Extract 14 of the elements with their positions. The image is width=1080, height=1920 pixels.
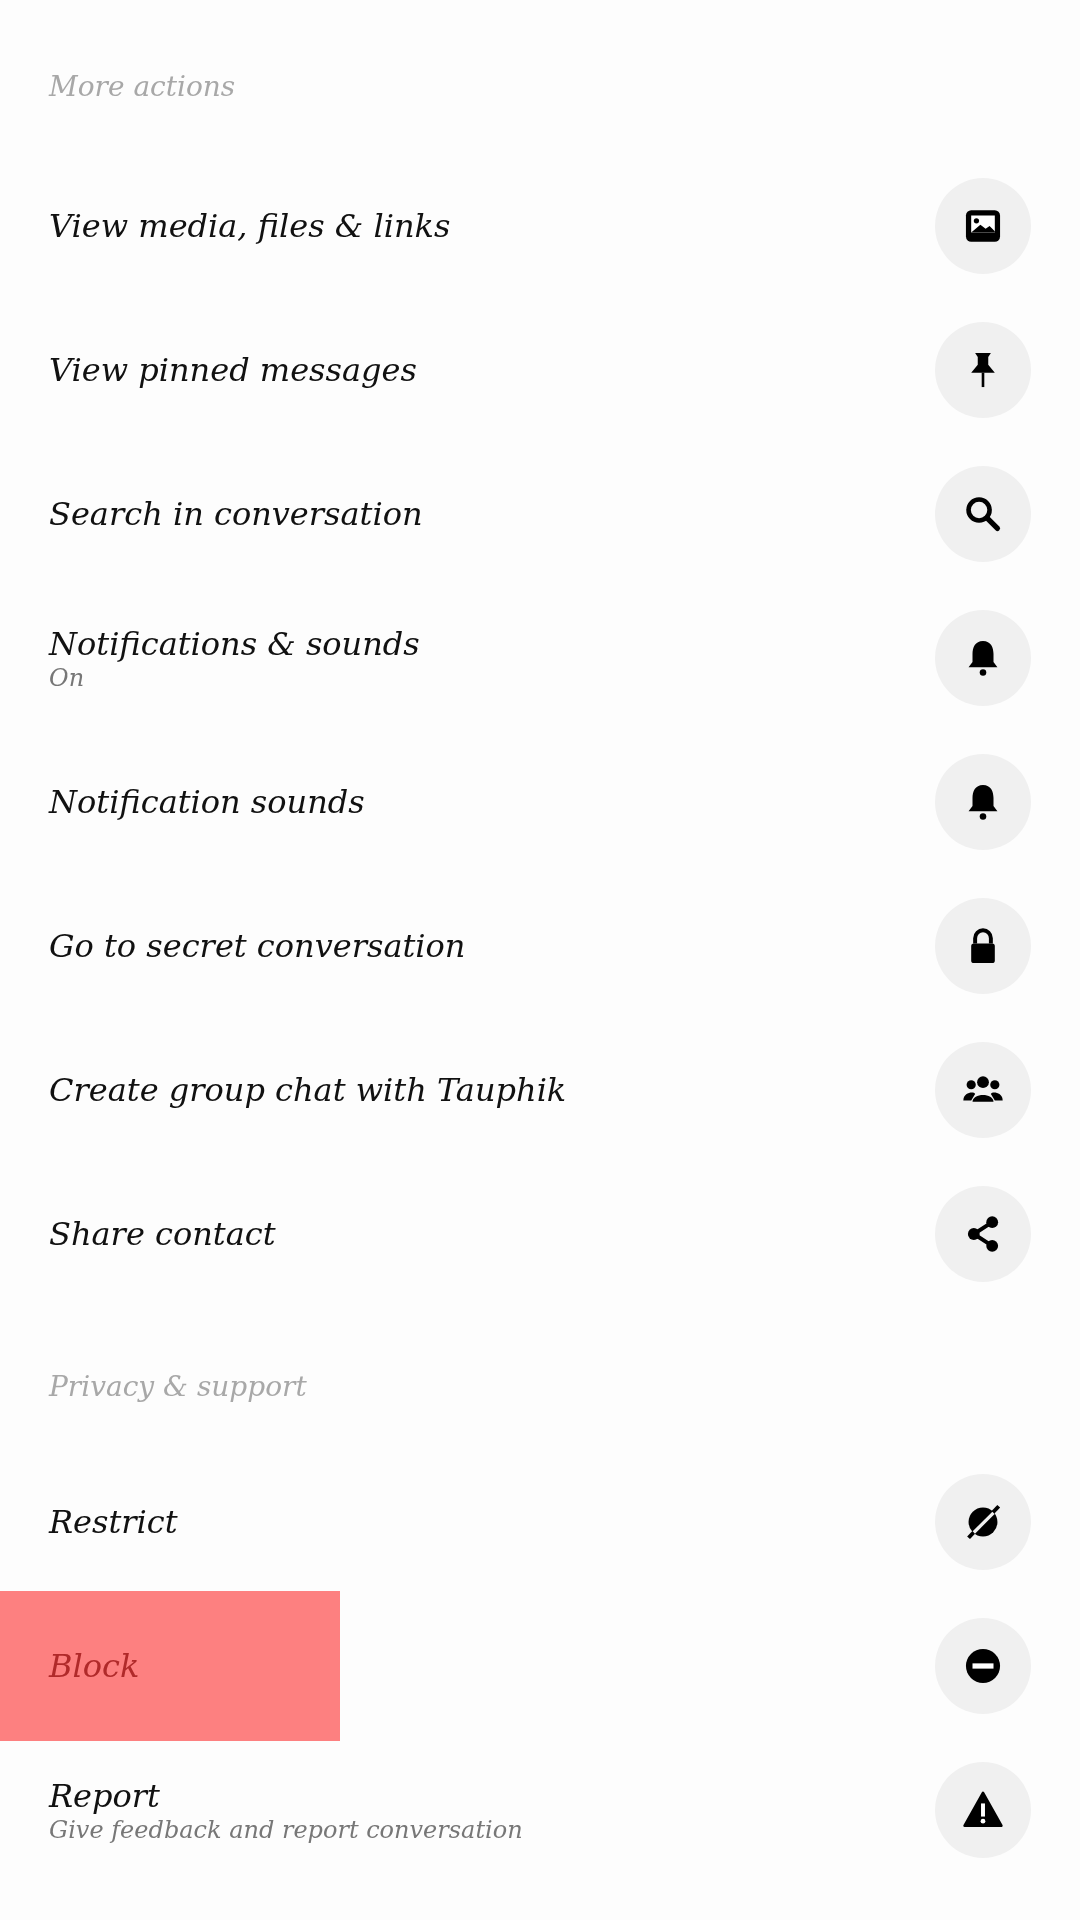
menu-item-label[interactable]: Restrict (49, 1502, 178, 1542)
menu-item-label[interactable]: Notification sounds (49, 782, 365, 822)
menu-item-label[interactable]: Go to secret conversation (49, 926, 466, 966)
menu-item-label[interactable]: Report (49, 1775, 523, 1816)
menu-item-label[interactable]: View media, files & links (49, 206, 451, 246)
menu-item-label[interactable]: Create group chat with Tauphik (49, 1070, 567, 1110)
section-heading: Privacy & support (49, 1369, 307, 1405)
menu-item-subtitle: On (49, 663, 86, 693)
menu-item-subtitle: Give feedback and report conversation (49, 1815, 523, 1845)
menu-item-label[interactable]: Share contact (49, 1214, 276, 1254)
menu-item-label[interactable]: View pinned messages (49, 350, 417, 390)
menu-item-label[interactable]: Search in conversation (49, 494, 423, 534)
menu-item-label[interactable]: Notifications & sounds (49, 623, 420, 664)
section-heading: More actions (49, 69, 236, 105)
